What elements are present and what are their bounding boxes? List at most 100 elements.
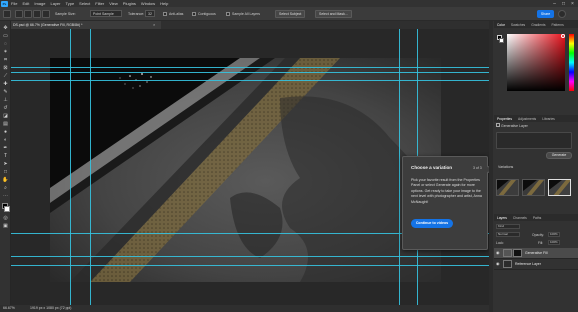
close-document-icon[interactable]: × (153, 21, 155, 29)
subtract-selection-icon[interactable] (33, 10, 41, 18)
menu-help[interactable]: Help (160, 1, 168, 6)
layer-name[interactable]: Generative Fill (525, 251, 548, 255)
guide-vertical[interactable] (399, 29, 400, 305)
quick-mask-icon[interactable]: ◎ (2, 215, 9, 221)
layer-name[interactable]: Reference Layer (515, 262, 541, 266)
healing-brush-tool-icon[interactable]: ✚ (2, 81, 9, 87)
background-color-swatch[interactable] (499, 38, 504, 43)
tools-panel: ✥ ▭ ◌ ✶ ⌗ ⊠ ⟋ ✚ ✎ ⊥ ↺ ◪ ▤ ● ◐ ✒ T ➤ □ ✋ … (0, 21, 11, 312)
document-tab[interactable]: DS.psd @ 66.7% (Generative Fill, RGB/8#)… (11, 21, 161, 29)
tab-color[interactable]: Color (494, 23, 508, 27)
prompt-input[interactable] (496, 132, 572, 149)
zoom-level[interactable]: 66.67% (3, 306, 15, 310)
more-tools-icon[interactable]: ⋯ (2, 193, 9, 199)
canvas-image (50, 58, 441, 282)
artboard-tool-icon[interactable]: ▭ (2, 33, 9, 39)
menu-plugins[interactable]: Plugins (123, 1, 136, 6)
sample-all-layers-checkbox[interactable] (226, 11, 230, 16)
pen-tool-icon[interactable]: ✒ (2, 145, 9, 151)
close-window-button[interactable]: × (568, 0, 577, 7)
maximize-button[interactable]: □ (559, 0, 568, 7)
background-color-swatch[interactable] (4, 206, 10, 212)
magic-wand-tool-icon[interactable] (3, 10, 11, 18)
select-and-mask-button[interactable]: Select and Mask... (315, 10, 352, 18)
variation-thumbnail-image (549, 180, 570, 195)
menu-edit[interactable]: Edit (22, 1, 29, 6)
search-icon[interactable] (558, 10, 566, 18)
guide-vertical[interactable] (70, 29, 71, 305)
rectangle-tool-icon[interactable]: □ (2, 169, 9, 175)
magic-wand-tool-icon[interactable]: ✶ (2, 49, 9, 55)
brush-tool-icon[interactable]: ✎ (2, 89, 9, 95)
eraser-tool-icon[interactable]: ◪ (2, 113, 9, 119)
document-canvas[interactable] (50, 58, 441, 282)
menu-filter[interactable]: Filter (95, 1, 104, 6)
tab-layers[interactable]: Layers (494, 216, 510, 220)
layer-row[interactable]: ◉ Reference Layer (494, 259, 578, 270)
continue-to-videos-button[interactable]: Continue to videos (411, 219, 453, 228)
popup-title: Choose a variation (411, 165, 453, 170)
history-brush-tool-icon[interactable]: ↺ (2, 105, 9, 111)
fill-input[interactable]: 100% (548, 240, 560, 245)
tab-patterns[interactable]: Patterns (548, 23, 566, 27)
add-selection-icon[interactable] (24, 10, 32, 18)
menu-layer[interactable]: Layer (50, 1, 60, 6)
sample-size-select[interactable]: Point Sample (90, 10, 122, 17)
blur-tool-icon[interactable]: ● (2, 129, 9, 135)
guide-vertical[interactable] (90, 29, 91, 305)
menu-image[interactable]: Image (34, 1, 45, 6)
tab-channels[interactable]: Channels (510, 216, 530, 220)
layer-mask-thumbnail[interactable] (513, 249, 522, 257)
select-subject-button[interactable]: Select Subject (275, 10, 306, 18)
anti-alias-checkbox[interactable] (163, 11, 167, 16)
tab-gradients[interactable]: Gradients (528, 23, 548, 27)
tab-swatches[interactable]: Swatches (508, 23, 528, 27)
tab-libraries[interactable]: Libraries (539, 117, 558, 121)
new-selection-icon[interactable] (15, 10, 23, 18)
generate-button[interactable]: Generate (546, 152, 572, 159)
variation-thumbnail-3[interactable] (548, 179, 571, 196)
gradient-tool-icon[interactable]: ▤ (2, 121, 9, 127)
type-tool-icon[interactable]: T (2, 153, 9, 159)
hand-tool-icon[interactable]: ✋ (2, 177, 9, 183)
share-button[interactable]: Share (537, 10, 554, 18)
frame-tool-icon[interactable]: ⊠ (2, 65, 9, 71)
menu-type[interactable]: Type (66, 1, 75, 6)
crop-tool-icon[interactable]: ⌗ (2, 57, 9, 63)
tab-paths[interactable]: Paths (530, 216, 544, 220)
menu-file[interactable]: File (11, 1, 17, 6)
opacity-input[interactable]: 100% (548, 232, 560, 237)
lasso-tool-icon[interactable]: ◌ (2, 41, 9, 47)
eyedropper-tool-icon[interactable]: ⟋ (2, 73, 9, 79)
color-picker-marker[interactable] (561, 34, 565, 38)
clone-stamp-tool-icon[interactable]: ⊥ (2, 97, 9, 103)
contiguous-checkbox[interactable] (192, 11, 196, 16)
zoom-tool-icon[interactable]: ⌕ (2, 185, 9, 191)
visibility-eye-icon[interactable]: ◉ (496, 262, 500, 266)
layer-kind-filter[interactable]: Kind (496, 224, 520, 229)
hue-slider[interactable] (569, 34, 574, 91)
tab-adjustments[interactable]: Adjustments (515, 117, 539, 121)
color-picker-field[interactable] (507, 34, 565, 91)
variation-thumbnail-1[interactable] (496, 179, 519, 196)
variation-thumbnail-2[interactable] (522, 179, 545, 196)
visibility-eye-icon[interactable]: ◉ (496, 251, 500, 255)
minimize-button[interactable]: – (550, 0, 559, 7)
tab-properties[interactable]: Properties (494, 117, 515, 121)
intersect-selection-icon[interactable] (42, 10, 50, 18)
menu-view[interactable]: View (109, 1, 118, 6)
path-selection-tool-icon[interactable]: ➤ (2, 161, 9, 167)
menu-window[interactable]: Window (141, 1, 155, 6)
lock-row: Lock: Fill: 100% (494, 239, 578, 246)
status-bar: 66.67% 1919 px x 1080 px (72 ppi) (0, 305, 489, 312)
tolerance-input[interactable]: 32 (145, 10, 155, 17)
layers-panel-tabs: Layers Channels Paths (494, 214, 578, 221)
menu-select[interactable]: Select (79, 1, 90, 6)
move-tool-icon[interactable]: ✥ (2, 25, 9, 31)
screen-mode-icon[interactable]: ▣ (2, 223, 9, 229)
layer-row[interactable]: ◉ Generative Fill (494, 248, 578, 259)
dodge-tool-icon[interactable]: ◐ (2, 137, 9, 143)
tolerance-label: Tolerance: (128, 12, 145, 16)
menu-bar: Ps File Edit Image Layer Type Select Fil… (0, 0, 578, 7)
blend-mode-select[interactable]: Normal (496, 232, 520, 237)
